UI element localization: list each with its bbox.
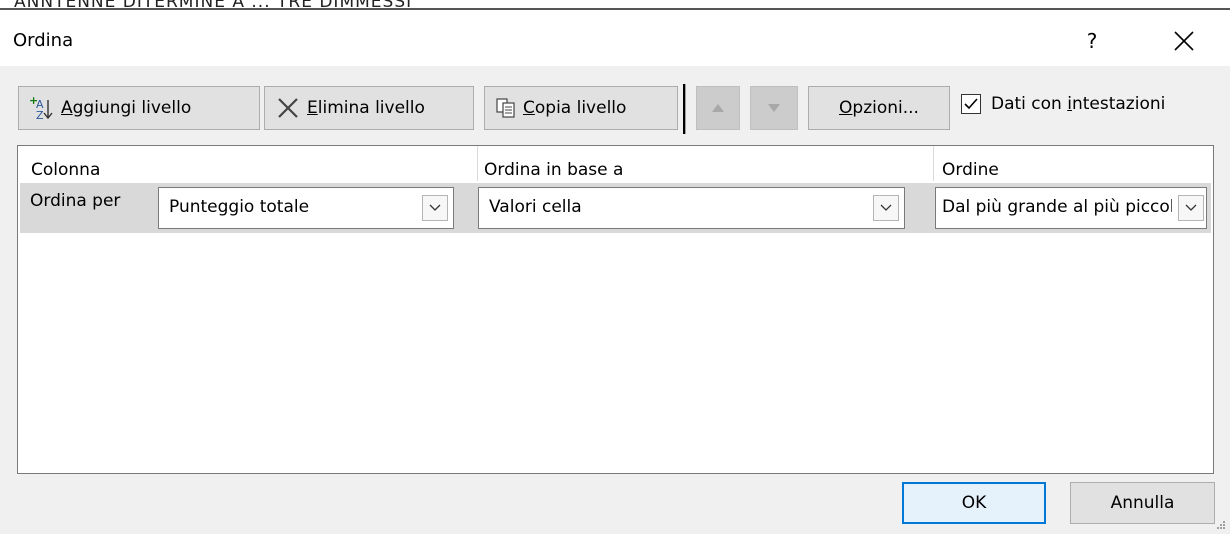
order-dropdown-button[interactable] (1178, 195, 1204, 221)
data-has-headers-checkbox[interactable]: Dati con intestazioni (961, 94, 1165, 114)
row-label-sort-by: Ordina per (30, 191, 121, 211)
title-bar: Ordina ? (0, 10, 1230, 66)
delete-level-button[interactable]: Elimina livello (264, 86, 474, 130)
ok-button[interactable]: OK (902, 482, 1046, 524)
column-header-order: Ordine (942, 160, 999, 180)
chevron-down-icon (1185, 204, 1197, 211)
sort-level-row[interactable]: Ordina per Punteggio totale Valori cella… (20, 183, 1211, 233)
column-dropdown-button[interactable] (422, 195, 448, 221)
svg-text:Z: Z (36, 109, 44, 121)
sort-on-select[interactable]: Valori cella (478, 187, 905, 229)
up-triangle-icon (712, 104, 724, 112)
sort-az-add-icon: + A Z (29, 95, 55, 121)
delete-level-label: Elimina livello (307, 98, 425, 118)
column-header-colonna: Colonna (31, 160, 101, 180)
copy-level-button[interactable]: Copia livello (484, 86, 678, 130)
copy-icon (495, 97, 517, 119)
toolbar-separator (683, 84, 686, 134)
add-level-button[interactable]: + A Z Aggiungi livello (18, 86, 260, 130)
column-divider (477, 146, 478, 181)
options-button[interactable]: Opzioni... (808, 86, 950, 130)
column-select[interactable]: Punteggio totale (158, 187, 454, 229)
down-triangle-icon (768, 104, 780, 112)
move-down-button[interactable] (750, 86, 798, 130)
sort-on-select-value: Valori cella (489, 197, 582, 217)
column-select-value: Punteggio totale (169, 197, 310, 217)
chevron-down-icon (429, 204, 441, 211)
copy-level-label: Copia livello (523, 98, 627, 118)
checkbox-box[interactable] (961, 94, 981, 114)
resize-grip-icon[interactable] (1216, 520, 1226, 530)
delete-x-icon (275, 96, 301, 120)
sort-dialog: ANNTENNE DITERMINE A ... TRE DIMMESSI Or… (0, 0, 1230, 534)
close-icon (1174, 31, 1194, 51)
sort-on-dropdown-button[interactable] (873, 195, 899, 221)
column-divider (933, 146, 934, 181)
options-label: Opzioni... (839, 98, 919, 118)
add-level-label: Aggiungi livello (61, 98, 192, 118)
checkmark-icon (964, 98, 978, 110)
dialog-title: Ordina (13, 30, 74, 51)
move-up-button[interactable] (696, 86, 740, 130)
chevron-down-icon (880, 204, 892, 211)
background-spreadsheet-strip: ANNTENNE DITERMINE A ... TRE DIMMESSI (0, 0, 1230, 12)
order-select-value: Dal più grande al più piccolo (942, 197, 1172, 217)
help-button[interactable]: ? (1072, 24, 1112, 58)
close-button[interactable] (1162, 22, 1206, 60)
data-has-headers-label: Dati con intestazioni (991, 94, 1166, 114)
order-select[interactable]: Dal più grande al più piccolo (935, 187, 1207, 229)
cancel-button[interactable]: Annulla (1070, 482, 1215, 524)
sort-levels-grid: Colonna Ordina in base a Ordine Ordina p… (17, 145, 1214, 474)
column-header-sort-on: Ordina in base a (484, 160, 624, 180)
